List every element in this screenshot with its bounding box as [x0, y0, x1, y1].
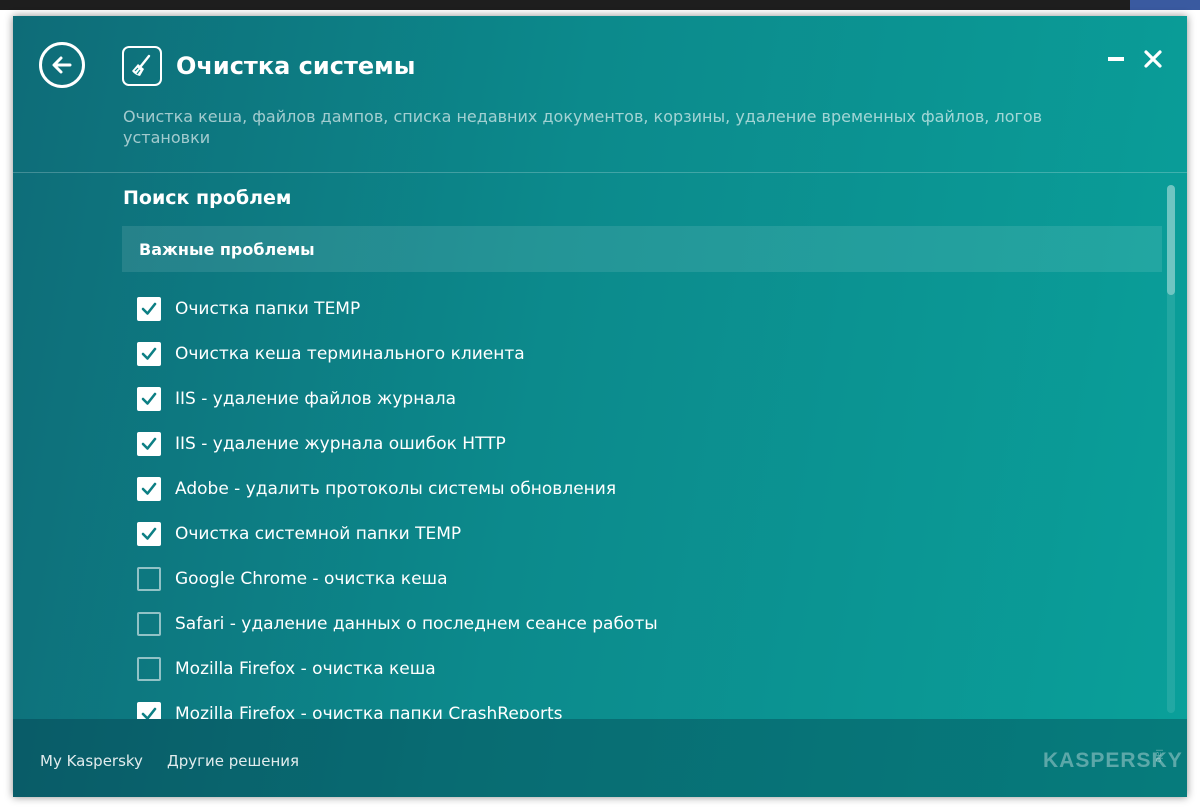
group-title: Важные проблемы	[139, 239, 315, 259]
problem-checkbox[interactable]	[137, 701, 161, 719]
window-footer: My Kaspersky Другие решения KASPERSKY la…	[13, 719, 1187, 797]
problem-list: Очистка папки TEMP Очистка кеша терминал…	[137, 286, 1137, 719]
problem-item[interactable]: Mozilla Firefox - очистка папки CrashRep…	[137, 691, 1137, 719]
problem-label: Очистка кеша терминального клиента	[175, 343, 525, 364]
problem-label: IIS - удаление журнала ошибок HTTP	[175, 433, 506, 454]
problem-item[interactable]: IIS - удаление файлов журнала	[137, 376, 1137, 421]
other-solutions-link[interactable]: Другие решения	[167, 752, 299, 770]
window-header: Очистка системы Очистка кеша, файлов дам…	[13, 16, 1187, 173]
problem-item[interactable]: Очистка кеша терминального клиента	[137, 331, 1137, 376]
problem-checkbox[interactable]	[137, 566, 161, 591]
close-icon	[1144, 50, 1162, 68]
kaspersky-logo-suffix: lab	[1153, 749, 1163, 763]
checkmark-icon	[141, 392, 157, 405]
section-title: Поиск проблем	[123, 187, 292, 209]
problem-item[interactable]: Adobe - удалить протоколы системы обновл…	[137, 466, 1137, 511]
system-cleanup-window: Очистка системы Очистка кеша, файлов дам…	[13, 16, 1187, 797]
problem-checkbox[interactable]	[137, 431, 161, 456]
problem-checkbox[interactable]	[137, 521, 161, 546]
checkmark-icon	[141, 347, 157, 360]
problem-item[interactable]: Mozilla Firefox - очистка кеша	[137, 646, 1137, 691]
checkmark-icon	[141, 302, 157, 315]
checkmark-icon	[141, 527, 157, 540]
group-header: Важные проблемы	[122, 226, 1162, 272]
window-title: Очистка системы	[176, 52, 416, 80]
problem-checkbox[interactable]	[137, 296, 161, 321]
problem-label: Google Chrome - очистка кеша	[175, 568, 448, 589]
problem-label: Очистка системной папки TEMP	[175, 523, 462, 544]
checkmark-icon	[141, 437, 157, 450]
problem-checkbox[interactable]	[137, 611, 161, 636]
problem-label: Очистка папки TEMP	[175, 298, 361, 319]
problem-item[interactable]: Очистка системной папки TEMP	[137, 511, 1137, 556]
problem-item[interactable]: IIS - удаление журнала ошибок HTTP	[137, 421, 1137, 466]
problem-item[interactable]: Google Chrome - очистка кеша	[137, 556, 1137, 601]
problem-checkbox[interactable]	[137, 386, 161, 411]
back-button[interactable]	[39, 42, 85, 88]
problem-item[interactable]: Safari - удаление данных о последнем сеа…	[137, 601, 1137, 646]
problem-label: Mozilla Firefox - очистка папки CrashRep…	[175, 703, 563, 720]
minimize-button[interactable]	[1103, 46, 1129, 72]
problem-checkbox[interactable]	[137, 656, 161, 681]
problem-checkbox[interactable]	[137, 476, 161, 501]
checkmark-icon	[141, 707, 157, 719]
scrollbar[interactable]	[1167, 185, 1175, 713]
problem-checkbox[interactable]	[137, 341, 161, 366]
problems-panel: Поиск проблем Важные проблемы Очистка па…	[13, 173, 1187, 719]
problem-label: Mozilla Firefox - очистка кеша	[175, 658, 436, 679]
minimize-icon	[1108, 57, 1124, 61]
problem-label: Adobe - удалить протоколы системы обновл…	[175, 478, 617, 499]
broom-icon	[122, 46, 162, 86]
background-top-bar	[0, 0, 1200, 10]
window-subtitle: Очистка кеша, файлов дампов, списка неда…	[123, 107, 1043, 147]
problem-label: Safari - удаление данных о последнем сеа…	[175, 613, 658, 634]
problem-label: IIS - удаление файлов журнала	[175, 388, 457, 409]
checkmark-icon	[141, 482, 157, 495]
close-button[interactable]	[1140, 46, 1166, 72]
problem-item[interactable]: Очистка папки TEMP	[137, 286, 1137, 331]
back-arrow-icon	[52, 56, 72, 74]
scrollbar-thumb[interactable]	[1167, 185, 1175, 295]
background-top-bar-accent	[1130, 0, 1200, 10]
my-kaspersky-link[interactable]: My Kaspersky	[40, 752, 143, 770]
